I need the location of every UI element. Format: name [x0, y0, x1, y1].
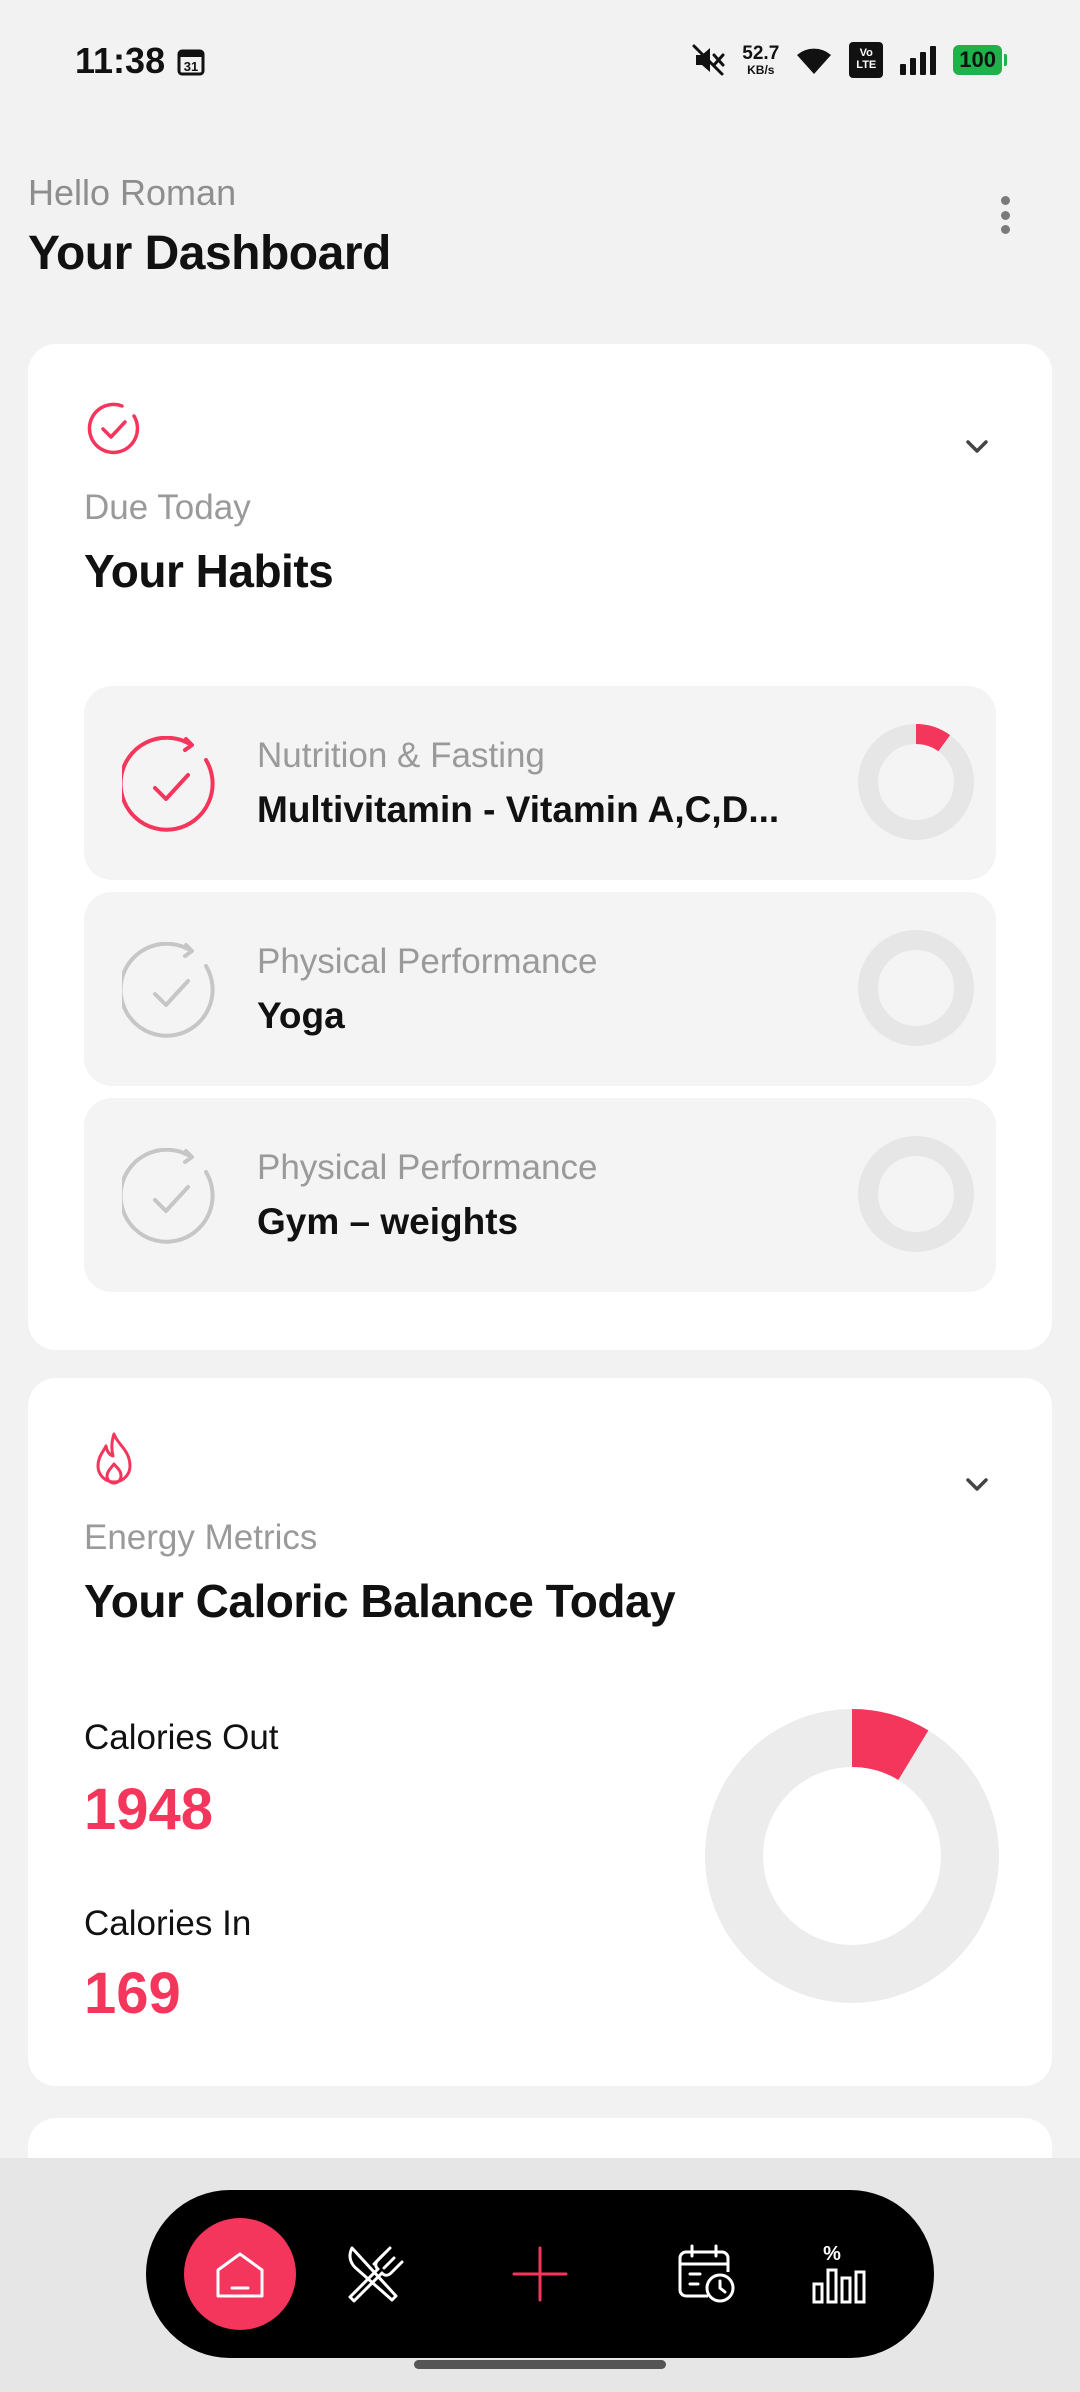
page-title: Your Dashboard [28, 227, 391, 280]
battery-icon: 100 [953, 45, 1007, 75]
network-speed-unit: KB/s [747, 63, 775, 77]
stats-icon: % [812, 2243, 866, 2304]
calendar-clock-icon [678, 2244, 735, 2303]
card-eyebrow: Due Today [84, 488, 251, 527]
nav-stats[interactable]: % [782, 2218, 894, 2330]
home-indicator[interactable] [414, 2360, 666, 2369]
flame-icon [96, 1432, 132, 1485]
chevron-down-icon[interactable] [954, 424, 1000, 470]
volte-icon: Vo LTE [849, 42, 884, 78]
habit-name: Gym – weights [257, 1201, 519, 1242]
svg-text:31: 31 [184, 59, 198, 74]
habits-card: Due Today Your Habits Nutrition & Fastin… [28, 344, 1052, 1350]
calendar-icon: 31 [177, 49, 205, 76]
calories-out-value: 1948 [84, 1777, 214, 1842]
status-time: 11:38 [75, 40, 166, 81]
caloric-balance-donut [705, 1709, 999, 2003]
habit-category: Physical Performance [257, 1148, 598, 1187]
calories-out-label: Calories Out [84, 1718, 279, 1757]
network-speed: 52.7 KB/s [742, 44, 779, 76]
status-icons: 52.7 KB/s Vo LTE 100 [690, 42, 1007, 78]
plus-icon [512, 2246, 568, 2302]
signal-icon [900, 46, 937, 75]
bottom-nav: % [146, 2190, 934, 2358]
habit-progress-ring [858, 1136, 974, 1252]
habit-item[interactable]: Physical Performance Yoga [84, 892, 996, 1086]
greeting: Hello Roman [28, 172, 237, 213]
calories-in-value: 169 [84, 1961, 181, 2026]
network-speed-value: 52.7 [742, 43, 780, 64]
habit-category: Nutrition & Fasting [257, 736, 545, 775]
nav-nutrition[interactable] [316, 2218, 428, 2330]
mute-icon [692, 44, 725, 76]
habit-category: Physical Performance [257, 942, 598, 981]
habit-check-icon[interactable] [122, 1148, 222, 1248]
nav-schedule[interactable] [650, 2218, 762, 2330]
habit-progress-ring [858, 930, 974, 1046]
chevron-down-icon[interactable] [954, 1462, 1000, 1508]
status-bar: 11:38 31 52.7 KB/s Vo LTE 100 [0, 0, 1080, 125]
wifi-icon [797, 48, 832, 74]
habit-progress-ring [858, 724, 974, 840]
habit-item[interactable]: Nutrition & Fasting Multivitamin - Vitam… [84, 686, 996, 880]
habit-name: Multivitamin - Vitamin A,C,D... [257, 789, 780, 830]
card-title: Your Habits [84, 545, 334, 597]
card-eyebrow: Energy Metrics [84, 1518, 318, 1557]
battery-level: 100 [959, 47, 996, 72]
habit-check-icon[interactable] [122, 942, 222, 1042]
check-circle-icon [87, 402, 140, 455]
fork-knife-icon [348, 2246, 404, 2303]
more-options-icon[interactable] [990, 190, 1020, 240]
nav-home[interactable] [184, 2218, 296, 2330]
home-icon [216, 2252, 264, 2298]
nav-add[interactable] [484, 2218, 596, 2330]
card-title: Your Caloric Balance Today [84, 1575, 676, 1627]
habit-check-icon[interactable] [122, 736, 222, 836]
habit-name: Yoga [257, 995, 345, 1036]
energy-card: Energy Metrics Your Caloric Balance Toda… [28, 1378, 1052, 2086]
svg-text:%: % [823, 2243, 841, 2265]
habit-item[interactable]: Physical Performance Gym – weights [84, 1098, 996, 1292]
calories-in-label: Calories In [84, 1904, 252, 1943]
